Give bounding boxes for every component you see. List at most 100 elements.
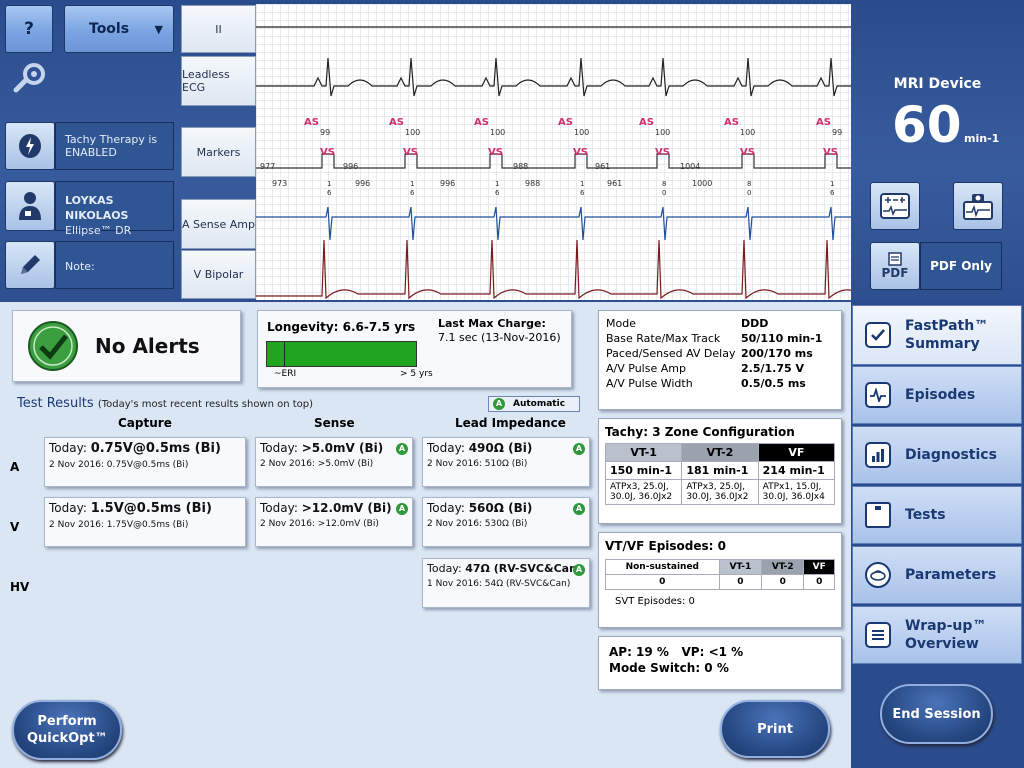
tachy-zone-panel[interactable]: Tachy: 3 Zone Configuration VT-1 VT-2 VF…: [598, 418, 842, 524]
vs-sub-value: 1 6: [830, 180, 835, 197]
patient-icon: [19, 192, 41, 220]
impedance-v-cell[interactable]: Today: 560Ω (Bi) 2 Nov 2016: 530Ω (Bi) A: [422, 497, 590, 547]
tachy-therapy-button[interactable]: [5, 122, 55, 170]
end-session-label: End Session: [892, 706, 981, 722]
heart-rate-unit: min-1: [964, 132, 999, 145]
vs-sub-value: 1 6: [580, 180, 585, 197]
tachy-therapy-text: Tachy Therapy is ENABLED: [65, 133, 158, 159]
today-label: Today:: [49, 501, 87, 515]
perform-quickopt-button[interactable]: Perform QuickOpt™: [12, 700, 122, 760]
vs-sub-value: 8 0: [747, 180, 752, 197]
today-label: Today:: [427, 441, 465, 455]
print-label: Print: [757, 721, 793, 737]
auto-a-icon: A: [573, 443, 585, 455]
impedance-hv-prev: 1 Nov 2016: 54Ω (RV-SVC&Can): [427, 579, 571, 589]
lead-label-text: V Bipolar: [193, 268, 244, 281]
lead-label-v-bipolar[interactable]: V Bipolar: [181, 250, 256, 299]
impedance-hv-cell[interactable]: Today: 47Ω (RV-SVC&Can) 1 Nov 2016: 54Ω …: [422, 558, 590, 608]
patient-info: LOYKAS NIKOLAOS Ellipse™ DR: [55, 181, 174, 237]
capture-a-cell[interactable]: Today: 0.75V@0.5ms (Bi) 2 Nov 2016: 0.75…: [44, 437, 246, 487]
note-field[interactable]: Note:: [55, 241, 174, 289]
episodes-table: Non-sustained VT-1 VT-2 VF 0 0 0 0: [605, 559, 835, 590]
parameters-summary[interactable]: Mode DDD Base Rate/Max Track 50/110 min-1 Pa…: [598, 310, 842, 410]
zone-vt2-rate: 181 min-1: [681, 461, 759, 480]
end-session-button[interactable]: End Session: [880, 684, 993, 744]
snapshot-button[interactable]: [953, 182, 1003, 230]
nav-wrapup-overview[interactable]: Wrap-up™ Overview: [852, 606, 1022, 664]
as-marker: AS: [724, 117, 739, 128]
vs-interval-bottom: 961: [607, 179, 623, 188]
today-label: Today:: [427, 562, 462, 575]
as-marker: AS: [474, 117, 489, 128]
impedance-a-prev: 2 Nov 2016: 510Ω (Bi): [427, 459, 528, 469]
help-button[interactable]: ?: [5, 5, 53, 53]
alerts-card[interactable]: No Alerts: [12, 310, 241, 382]
lead-label-leadless-ecg[interactable]: Leadless ECG: [181, 56, 256, 106]
ecg-monitor-icon: [880, 193, 910, 219]
sense-v-cell[interactable]: Today: >12.0mV (Bi) 2 Nov 2016: >12.0mV …: [255, 497, 413, 547]
auto-a-icon: A: [573, 503, 585, 515]
nav-diagnostics[interactable]: Diagnostics: [852, 426, 1022, 484]
param-key: A/V Pulse Width: [606, 377, 693, 390]
longevity-max-label: > 5 yrs: [400, 369, 433, 379]
capture-v-cell[interactable]: Today: 1.5V@0.5ms (Bi) 2 Nov 2016: 1.75V…: [44, 497, 246, 547]
capture-a-prev: 2 Nov 2016: 0.75V@0.5ms (Bi): [49, 460, 189, 470]
vs-interval-top: 988: [513, 162, 529, 171]
vs-sub-value: 1 6: [410, 180, 415, 197]
longevity-bar-fill: [267, 342, 416, 366]
impedance-a-cell[interactable]: Today: 490Ω (Bi) 2 Nov 2016: 510Ω (Bi) A: [422, 437, 590, 487]
nav-parameters[interactable]: Parameters: [852, 546, 1022, 604]
episodes-title: VT/VF Episodes: 0: [605, 539, 727, 553]
zone-vt2-header: VT-2: [681, 443, 759, 462]
nav-diagnostics-label: Diagnostics: [905, 447, 997, 463]
capture-a-today: 0.75V@0.5ms (Bi): [90, 441, 221, 456]
ap-percent: AP: 19 %: [609, 645, 669, 659]
as-marker: AS: [304, 117, 319, 128]
param-key: Base Rate/Max Track: [606, 332, 721, 345]
col-sense-header: Sense: [314, 416, 355, 430]
episodes-waveform-icon: [865, 382, 891, 408]
param-row: Paced/Sensed AV Delay 200/170 ms: [606, 346, 834, 361]
episodes-panel[interactable]: VT/VF Episodes: 0 Non-sustained VT-1 VT-…: [598, 532, 842, 628]
nav-fastpath-summary[interactable]: FastPath™ Summary: [852, 305, 1022, 365]
zone-vt1-therapy: ATPx3, 25.0J, 30.0J, 36.0Jx2: [604, 479, 683, 505]
row-label-hv: HV: [10, 580, 30, 594]
nav-fastpath-label: FastPath™ Summary: [905, 318, 989, 352]
pdf-button[interactable]: PDF: [870, 242, 920, 290]
lead-label-text: A Sense Amp: [182, 217, 255, 231]
nav-episodes[interactable]: Episodes: [852, 366, 1022, 424]
param-key: A/V Pulse Amp: [606, 362, 686, 375]
as-interval-value: 100: [740, 128, 756, 137]
zone-vf-therapy: ATPx1, 15.0J, 30.0J, 36.0Jx4: [757, 479, 836, 505]
eri-label: ~ERI: [274, 369, 297, 379]
nav-tests-label: Tests: [905, 507, 946, 523]
print-button[interactable]: Print: [720, 700, 830, 758]
patient-button[interactable]: [5, 181, 55, 231]
ecg-settings-button[interactable]: [870, 182, 920, 230]
as-interval-value: 100: [405, 128, 421, 137]
vs-interval-top: 1004: [680, 162, 701, 171]
document-icon: [888, 252, 902, 266]
lead-label-markers[interactable]: Markers: [181, 127, 256, 177]
sense-a-cell[interactable]: Today: >5.0mV (Bi) 2 Nov 2016: >5.0mV (B…: [255, 437, 413, 487]
nav-tests[interactable]: Tests: [852, 486, 1022, 544]
list-icon: [865, 622, 891, 648]
ep-value-ns: 0: [605, 574, 720, 590]
note-edit-button[interactable]: [5, 241, 55, 289]
zone-vt1-header: VT-1: [604, 443, 683, 462]
vs-interval-top: 977: [260, 162, 276, 171]
sense-a-today: >5.0mV (Bi): [301, 441, 384, 455]
tachy-zone-table: VT-1 VT-2 VF 150 min-1 181 min-1 214 min…: [604, 443, 836, 505]
telemetry-wand-icon: [12, 60, 48, 94]
vs-interval-bottom: 996: [440, 179, 456, 188]
lead-label-a-sense-amp[interactable]: A Sense Amp: [181, 199, 256, 249]
tools-dropdown[interactable]: Tools ▼: [64, 5, 174, 53]
sense-a-prev: 2 Nov 2016: >5.0mV (Bi): [260, 459, 374, 469]
longevity-card[interactable]: Longevity: 6.6-7.5 yrs ~ERI > 5 yrs Last…: [257, 310, 572, 388]
impedance-hv-today: 47Ω (RV-SVC&Can): [465, 562, 582, 575]
svt-episodes: SVT Episodes: 0: [615, 596, 695, 607]
today-label: Today:: [260, 501, 298, 515]
lead-label-ii[interactable]: II: [181, 5, 256, 53]
param-value: 50/110 min-1: [741, 332, 823, 345]
pacing-panel[interactable]: AP: 19 % VP: <1 % Mode Switch: 0 %: [598, 636, 842, 690]
